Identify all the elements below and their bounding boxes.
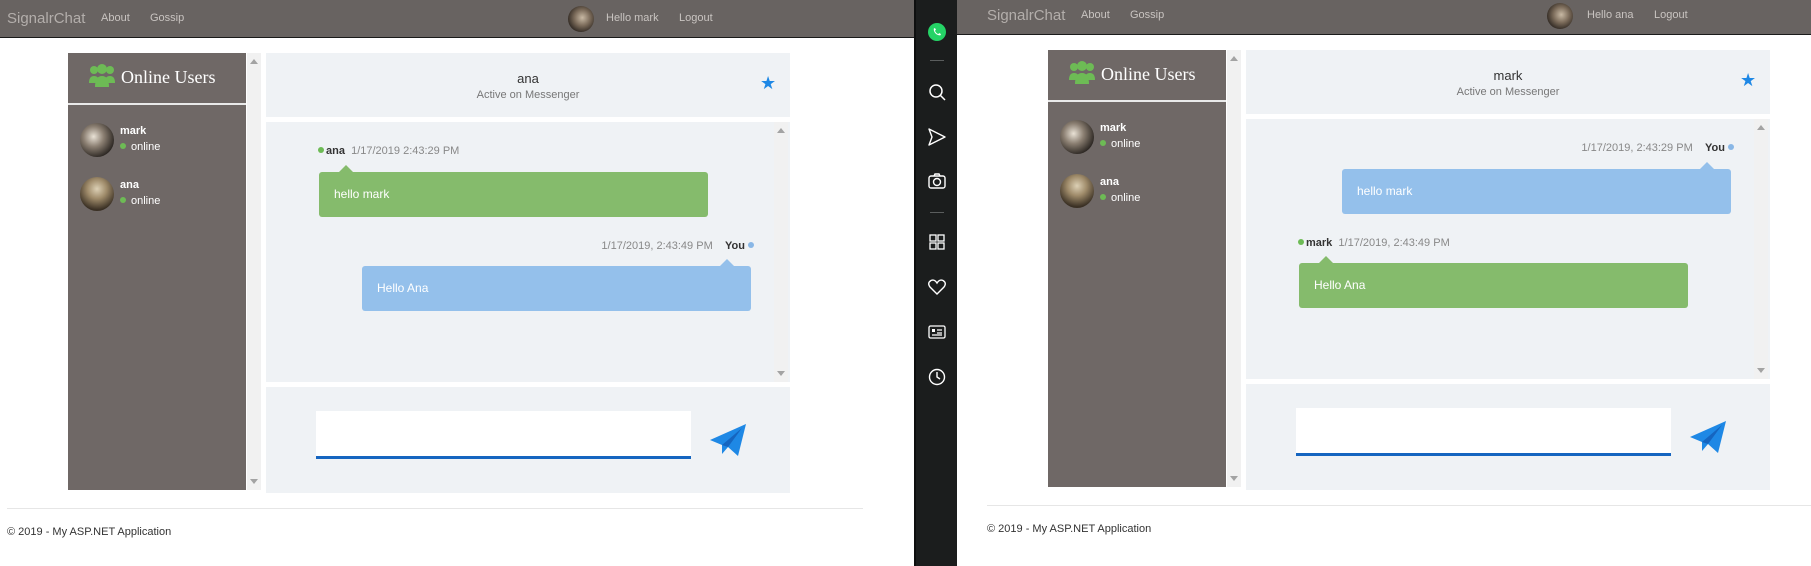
message-meta: mark 1/17/2019, 2:43:49 PM [1298, 237, 1450, 249]
apps-grid-icon[interactable] [927, 232, 947, 252]
user-list-item-mark[interactable]: mark online [1060, 118, 1220, 158]
camera-icon[interactable] [927, 171, 947, 191]
online-dot-icon [1100, 140, 1106, 146]
history-clock-icon[interactable] [927, 367, 947, 387]
nav-about-link[interactable]: About [101, 12, 130, 24]
user-status: online [1100, 138, 1140, 150]
avatar [1060, 174, 1094, 208]
divider [930, 212, 944, 213]
user-list-item-ana[interactable]: ana online [1060, 172, 1220, 212]
brand-link[interactable]: SignalrChat [7, 10, 85, 27]
navbar: SignalrChat About Gossip Hello ana Logou… [957, 0, 1811, 35]
online-dot-icon [120, 197, 126, 203]
side-taskbar [914, 0, 957, 566]
users-icon [1069, 61, 1095, 84]
star-icon[interactable]: ★ [760, 73, 776, 94]
sidebar-scrollbar[interactable] [1227, 50, 1241, 487]
chat-header: ana Active on Messenger ★ [266, 53, 790, 117]
avatar [568, 6, 594, 32]
chat-header: mark Active on Messenger ★ [1246, 50, 1770, 114]
nav-gossip-link[interactable]: Gossip [150, 12, 184, 24]
messages-panel: ana 1/17/2019 2:43:29 PM hello mark 1/17… [266, 122, 790, 382]
sidebar-header: Online Users [68, 53, 246, 105]
nav-hello-link[interactable]: Hello mark [606, 12, 659, 24]
scroll-up-icon[interactable] [1757, 125, 1765, 130]
online-dot-icon [1100, 194, 1106, 200]
users-icon [89, 64, 115, 87]
scroll-down-icon[interactable] [1757, 368, 1765, 373]
sidebar-title: Online Users [1101, 64, 1196, 84]
online-dot-icon [1298, 239, 1304, 245]
message-bubble-outgoing: hello mark [1342, 162, 1731, 214]
nav-logout-link[interactable]: Logout [679, 12, 713, 24]
avatar [1547, 3, 1573, 29]
message-bubble-outgoing: Hello Ana [362, 259, 751, 311]
browser-window-mark: SignalrChat About Gossip Hello mark Logo… [0, 0, 914, 566]
sidebar-title: Online Users [121, 67, 216, 87]
footer-divider [987, 505, 1811, 506]
user-name: ana [1100, 176, 1119, 188]
avatar [1060, 120, 1094, 154]
messages-scrollbar[interactable] [774, 122, 788, 382]
footer-copyright: © 2019 - My ASP.NET Application [987, 523, 1152, 535]
scroll-up-icon[interactable] [1230, 56, 1238, 61]
divider [930, 60, 944, 61]
news-icon[interactable] [927, 322, 947, 342]
compose-area [266, 387, 790, 493]
brand-link[interactable]: SignalrChat [987, 7, 1065, 24]
heart-icon[interactable] [927, 277, 947, 297]
message-bubble-incoming: Hello Ana [1299, 256, 1688, 308]
chat-status-text: Active on Messenger [476, 89, 580, 101]
compose-area [1246, 384, 1770, 490]
messages-scrollbar[interactable] [1754, 119, 1768, 379]
user-status: online [1100, 192, 1140, 204]
send-button[interactable] [1688, 417, 1728, 457]
nav-gossip-link[interactable]: Gossip [1130, 9, 1164, 21]
chat-partner-name: ana [517, 71, 539, 86]
user-list-item-ana[interactable]: ana online [80, 175, 240, 215]
star-icon[interactable]: ★ [1740, 70, 1756, 91]
message-input[interactable] [316, 411, 691, 459]
nav-hello-link[interactable]: Hello ana [1587, 9, 1633, 21]
user-name: ana [120, 179, 139, 191]
send-button[interactable] [708, 420, 748, 460]
user-list-item-mark[interactable]: mark online [80, 121, 240, 161]
scroll-down-icon[interactable] [250, 479, 258, 484]
chat-status-text: Active on Messenger [1456, 86, 1560, 98]
user-name: mark [120, 125, 147, 137]
user-status: online [120, 141, 160, 153]
scroll-down-icon[interactable] [1230, 476, 1238, 481]
message-meta: 1/17/2019, 2:43:29 PM You [1581, 142, 1734, 154]
status-dot-icon [748, 242, 754, 248]
browser-window-ana: SignalrChat About Gossip Hello ana Logou… [957, 0, 1811, 566]
scroll-down-icon[interactable] [777, 371, 785, 376]
message-meta: 1/17/2019, 2:43:49 PM You [601, 240, 754, 252]
nav-about-link[interactable]: About [1081, 9, 1110, 21]
online-users-sidebar: Online Users mark online ana online [1048, 50, 1226, 487]
status-dot-icon [1728, 144, 1734, 150]
scroll-up-icon[interactable] [250, 59, 258, 64]
navbar: SignalrChat About Gossip Hello mark Logo… [0, 0, 914, 38]
message-input[interactable] [1296, 408, 1671, 456]
sidebar-header: Online Users [1048, 50, 1226, 102]
nav-logout-link[interactable]: Logout [1654, 9, 1688, 21]
message-bubble-incoming: hello mark [319, 165, 708, 217]
online-users-sidebar: Online Users mark online ana online [68, 53, 246, 490]
whatsapp-icon[interactable] [927, 22, 947, 42]
user-status: online [120, 195, 160, 207]
sidebar-scrollbar[interactable] [247, 53, 261, 490]
online-dot-icon [318, 147, 324, 153]
avatar [80, 177, 114, 211]
search-icon[interactable] [927, 82, 947, 102]
avatar [80, 123, 114, 157]
footer-copyright: © 2019 - My ASP.NET Application [7, 526, 172, 538]
message-meta: ana 1/17/2019 2:43:29 PM [318, 145, 459, 157]
messages-panel: 1/17/2019, 2:43:29 PM You hello mark mar… [1246, 119, 1770, 379]
send-icon[interactable] [927, 127, 947, 147]
footer-divider [7, 508, 863, 509]
user-name: mark [1100, 122, 1127, 134]
online-dot-icon [120, 143, 126, 149]
scroll-up-icon[interactable] [777, 128, 785, 133]
chat-partner-name: mark [1493, 68, 1523, 83]
